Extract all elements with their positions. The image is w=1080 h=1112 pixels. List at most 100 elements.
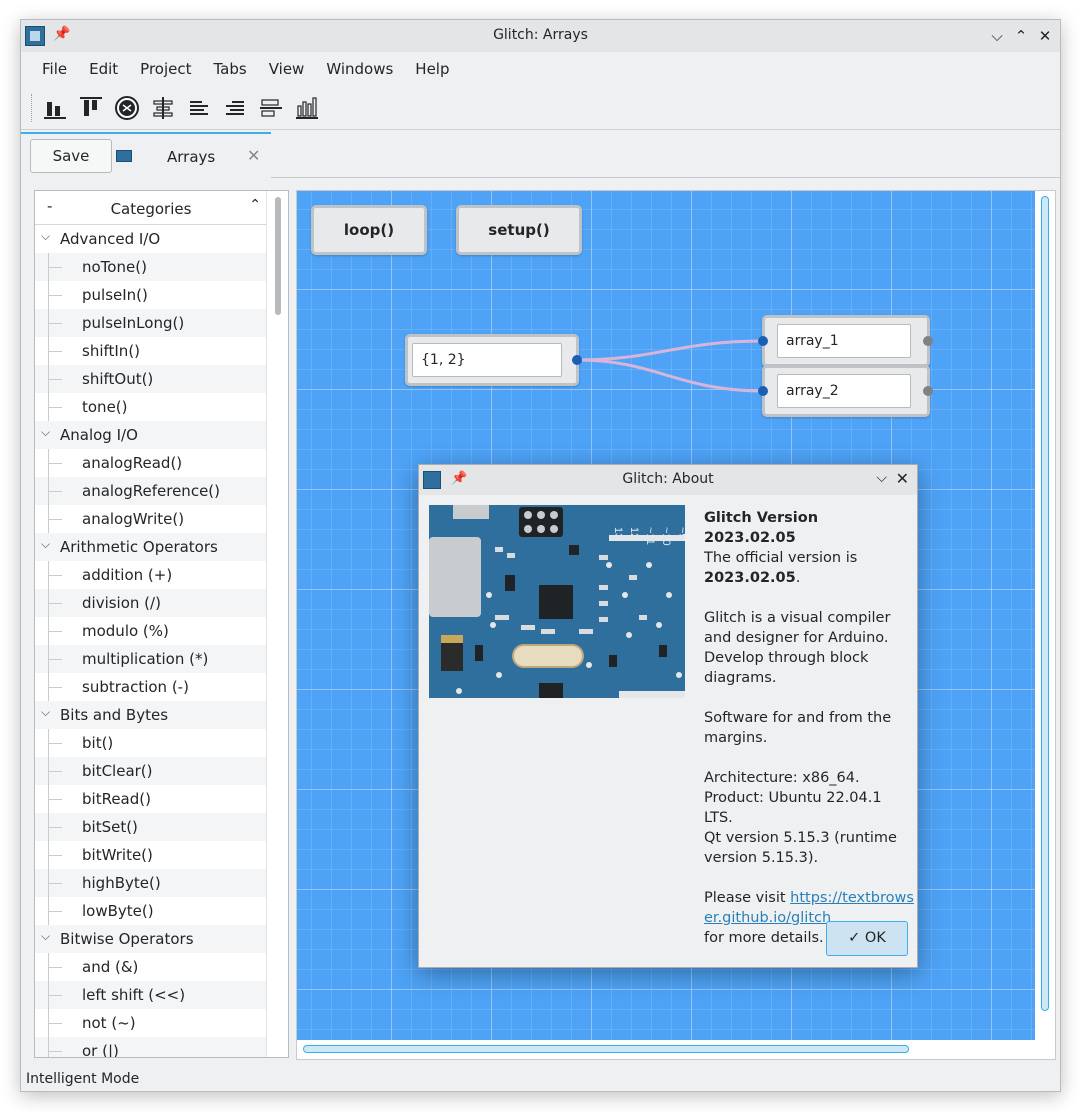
tree-item[interactable]: shiftOut()	[35, 365, 267, 393]
align-vertical-center-icon[interactable]	[149, 94, 177, 122]
array-2-block[interactable]: array_2	[762, 365, 930, 417]
about-title: Glitch: About	[622, 471, 714, 487]
tree-item[interactable]: or (|)	[35, 1037, 267, 1057]
tab-label: Arrays	[167, 148, 216, 166]
official-line: The official version is	[704, 550, 858, 566]
chevron-down-icon[interactable]: ⌵	[876, 470, 887, 486]
tree-header[interactable]: - Categories ⌃	[35, 191, 267, 225]
close-icon[interactable]: ✕	[896, 469, 909, 488]
ok-button[interactable]: ✓ OK	[826, 921, 908, 956]
tree-item[interactable]: pulseIn()	[35, 281, 267, 309]
menu-tabs[interactable]: Tabs	[203, 52, 258, 84]
wire-to-array-1	[576, 339, 765, 362]
sort-caret-icon[interactable]: ⌃	[249, 197, 261, 213]
tree-item[interactable]: lowByte()	[35, 897, 267, 925]
tree-item[interactable]: tone()	[35, 393, 267, 421]
menu-windows[interactable]: Windows	[315, 52, 404, 84]
arduino-board-icon	[116, 150, 132, 162]
menu-view[interactable]: View	[258, 52, 316, 84]
source-array-value[interactable]: {1, 2}	[412, 343, 562, 377]
tree-category[interactable]: Bits and Bytes	[35, 698, 267, 729]
tree-category[interactable]: Arithmetic Operators	[35, 530, 267, 561]
compress-icon[interactable]	[113, 94, 141, 122]
tree-item[interactable]: bit()	[35, 729, 267, 757]
tree-item[interactable]: bitSet()	[35, 813, 267, 841]
align-horizontal-center-icon[interactable]	[257, 94, 285, 122]
align-left-icon[interactable]	[185, 94, 213, 122]
tagline: Software for and from the margins.	[704, 710, 892, 746]
board-pin-13: 13	[612, 527, 624, 539]
tree-item[interactable]: analogRead()	[35, 449, 267, 477]
array-1-block[interactable]: array_1	[762, 315, 930, 367]
menu-bar: File Edit Project Tabs View Windows Help	[21, 52, 1060, 84]
product-line: Product: Ubuntu 22.04.1 LTS.	[704, 790, 882, 826]
description: Glitch is a visual compiler and designer…	[704, 610, 891, 686]
tree-item[interactable]: bitRead()	[35, 785, 267, 813]
official-version: 2023.02.05	[704, 570, 796, 586]
toolbar	[21, 86, 1060, 130]
align-bottom-icon[interactable]	[41, 94, 69, 122]
tree-item[interactable]: analogReference()	[35, 477, 267, 505]
tree-body: Advanced I/OnoTone()pulseIn()pulseInLong…	[35, 222, 267, 1057]
array-1-output-port[interactable]	[923, 336, 933, 346]
about-title-bar[interactable]: 📌 Glitch: About ⌵ ✕	[419, 465, 917, 495]
tree-item[interactable]: and (&)	[35, 953, 267, 981]
distribute-icon[interactable]	[293, 94, 321, 122]
source-output-port[interactable]	[572, 355, 582, 365]
version-heading: Glitch Version 2023.02.05	[704, 510, 819, 546]
tab-close-icon[interactable]: ✕	[247, 146, 260, 165]
minimize-icon[interactable]: ⌵	[986, 25, 1008, 47]
menu-edit[interactable]: Edit	[78, 52, 129, 84]
tree-item[interactable]: not (~)	[35, 1009, 267, 1037]
tree-item[interactable]: modulo (%)	[35, 617, 267, 645]
canvas-hscroll-thumb[interactable]	[303, 1045, 909, 1053]
qt-line: Qt version 5.15.3 (runtime version 5.15.…	[704, 830, 897, 866]
tree-category[interactable]: Bitwise Operators	[35, 922, 267, 953]
align-right-icon[interactable]	[221, 94, 249, 122]
close-icon[interactable]: ✕	[1034, 25, 1056, 47]
tree-item[interactable]: highByte()	[35, 869, 267, 897]
array-1-input-port[interactable]	[758, 336, 768, 346]
canvas-vertical-scrollbar[interactable]	[1035, 191, 1055, 1040]
window-title: Glitch: Arrays	[493, 27, 588, 43]
tree-item[interactable]: subtraction (-)	[35, 673, 267, 701]
menu-help[interactable]: Help	[404, 52, 460, 84]
menu-project[interactable]: Project	[129, 52, 202, 84]
array-2-output-port[interactable]	[923, 386, 933, 396]
tree-item[interactable]: bitWrite()	[35, 841, 267, 869]
tree-item[interactable]: shiftIn()	[35, 337, 267, 365]
tree-scrollbar-thumb[interactable]	[275, 197, 281, 315]
tree-scrollbar[interactable]	[266, 191, 288, 1057]
tree-item[interactable]: analogWrite()	[35, 505, 267, 533]
title-bar[interactable]: 📌 Glitch: Arrays ⌵ ⌃ ✕	[21, 20, 1060, 52]
architecture-line: Architecture: x86_64.	[704, 770, 860, 786]
toolbar-grip[interactable]	[31, 94, 34, 122]
align-top-icon[interactable]	[77, 94, 105, 122]
board-pin-11: ~11	[644, 527, 656, 545]
canvas-vscroll-thumb[interactable]	[1041, 196, 1049, 1011]
tree-item[interactable]: bitClear()	[35, 757, 267, 785]
wire-to-array-2	[576, 358, 765, 393]
about-text: Glitch Version 2023.02.05 The official v…	[704, 508, 914, 968]
tree-category[interactable]: Analog I/O	[35, 418, 267, 449]
tree-item[interactable]: multiplication (*)	[35, 645, 267, 673]
menu-file[interactable]: File	[31, 52, 78, 84]
maximize-icon[interactable]: ⌃	[1010, 25, 1032, 47]
save-button[interactable]: Save	[30, 139, 112, 173]
tree-item[interactable]: left shift (<<)	[35, 981, 267, 1009]
board-pin-12: 12	[628, 527, 640, 539]
tree-item[interactable]: pulseInLong()	[35, 309, 267, 337]
tree-item[interactable]: addition (+)	[35, 561, 267, 589]
tree-item[interactable]: noTone()	[35, 253, 267, 281]
tree-header-title: Categories	[110, 200, 192, 218]
canvas-horizontal-scrollbar[interactable]	[297, 1040, 1035, 1059]
tree-category[interactable]: Advanced I/O	[35, 222, 267, 253]
array-2-name[interactable]: array_2	[777, 374, 911, 408]
tab-bar: Arrays ✕ Save	[21, 132, 1060, 178]
board-pin-9: ~9	[676, 527, 685, 540]
array-2-input-port[interactable]	[758, 386, 768, 396]
board-pin-10: ~10	[660, 527, 672, 546]
array-1-name[interactable]: array_1	[777, 324, 911, 358]
tree-item[interactable]: division (/)	[35, 589, 267, 617]
source-array-block[interactable]: {1, 2}	[405, 334, 579, 386]
